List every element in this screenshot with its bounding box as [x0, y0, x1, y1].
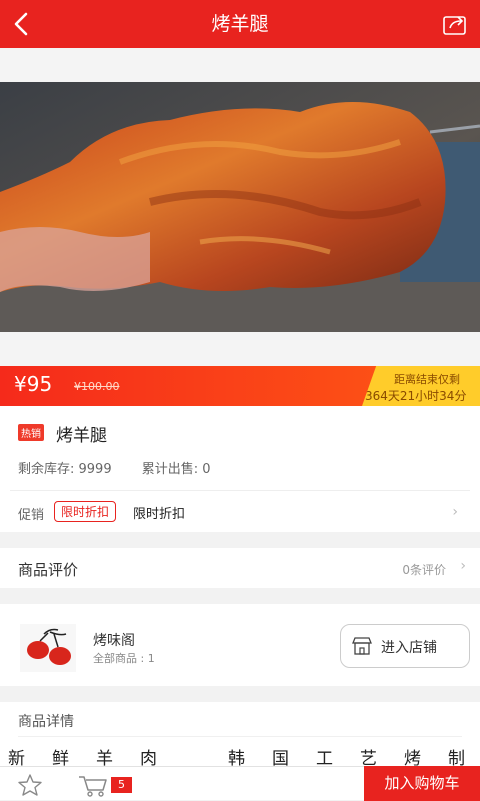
details-char: 烤 [404, 749, 421, 766]
chevron-right-icon: › [460, 558, 466, 574]
shop-logo [20, 624, 76, 672]
enter-shop-label: 进入店铺 [381, 640, 437, 656]
product-photo [0, 82, 480, 332]
shop-name: 烤味阁 [93, 633, 135, 649]
promo-tag: 限时折扣 [54, 501, 117, 522]
reviews-label: 商品评价 [18, 561, 79, 579]
cart-count-badge: 5 [111, 777, 132, 793]
store-icon [352, 637, 372, 655]
details-char: 羊 [96, 749, 113, 766]
countdown-label: 距离结束仅剩 [394, 373, 460, 386]
details-char: 国 [272, 749, 289, 766]
product-image-area [0, 48, 480, 366]
divider [18, 736, 462, 737]
add-to-cart-button[interactable]: 加入购物车 [364, 766, 480, 801]
details-char: 工 [316, 749, 333, 766]
page-title: 烤羊腿 [211, 13, 269, 35]
shop-panel: 烤味阁 全部商品 : 1 进入店铺 [0, 604, 480, 686]
price-bar: ¥95 ¥100.00 距离结束仅剩 364天21小时34分 [0, 366, 480, 406]
details-char: 肉 [140, 749, 157, 766]
original-price: ¥100.00 [74, 380, 120, 393]
cart-icon[interactable] [78, 775, 108, 797]
promo-label: 促销 [18, 508, 45, 523]
details-char: 制 [448, 749, 465, 766]
stock-remaining: 剩余库存: 9999 [18, 462, 112, 477]
product-info-panel: 热销 烤羊腿 剩余库存: 9999 累计出售: 0 促销 限时折扣 限时折扣 › [0, 406, 480, 532]
shop-product-count: 全部商品 : 1 [93, 652, 155, 665]
current-price: ¥95 [14, 372, 53, 396]
star-icon[interactable] [18, 774, 42, 796]
stock-info: 剩余库存: 9999 累计出售: 0 [18, 458, 237, 477]
details-char: 艺 [360, 749, 377, 766]
countdown-box: 距离结束仅剩 364天21小时34分 [362, 366, 480, 406]
countdown-value: 364天21小时34分 [365, 389, 467, 403]
top-nav-bar: 烤羊腿 [0, 0, 480, 48]
reviews-row[interactable]: 商品评价 0条评价 › [0, 548, 480, 588]
chevron-right-icon[interactable]: › [452, 504, 458, 520]
enter-shop-button[interactable]: 进入店铺 [340, 624, 470, 668]
details-label: 商品详情 [18, 714, 74, 730]
sold-count: 累计出售: 0 [141, 462, 211, 477]
details-text: 新鲜羊肉韩国工艺烤制 [8, 744, 480, 766]
share-icon[interactable] [442, 12, 468, 36]
product-details: 商品详情 新 鲜 羊 肉 韩 国 工 艺 烤 制 [0, 702, 480, 766]
details-char: 韩 [228, 749, 245, 766]
divider [10, 490, 470, 491]
details-char: 鲜 [52, 749, 69, 766]
promo-text: 限时折扣 [133, 507, 186, 522]
reviews-count: 0条评价 [402, 563, 446, 577]
bottom-action-bar: 5 加入购物车 [0, 766, 480, 801]
details-char: 新 [8, 749, 25, 766]
hot-badge: 热销 [18, 424, 44, 441]
product-name: 烤羊腿 [56, 426, 107, 446]
